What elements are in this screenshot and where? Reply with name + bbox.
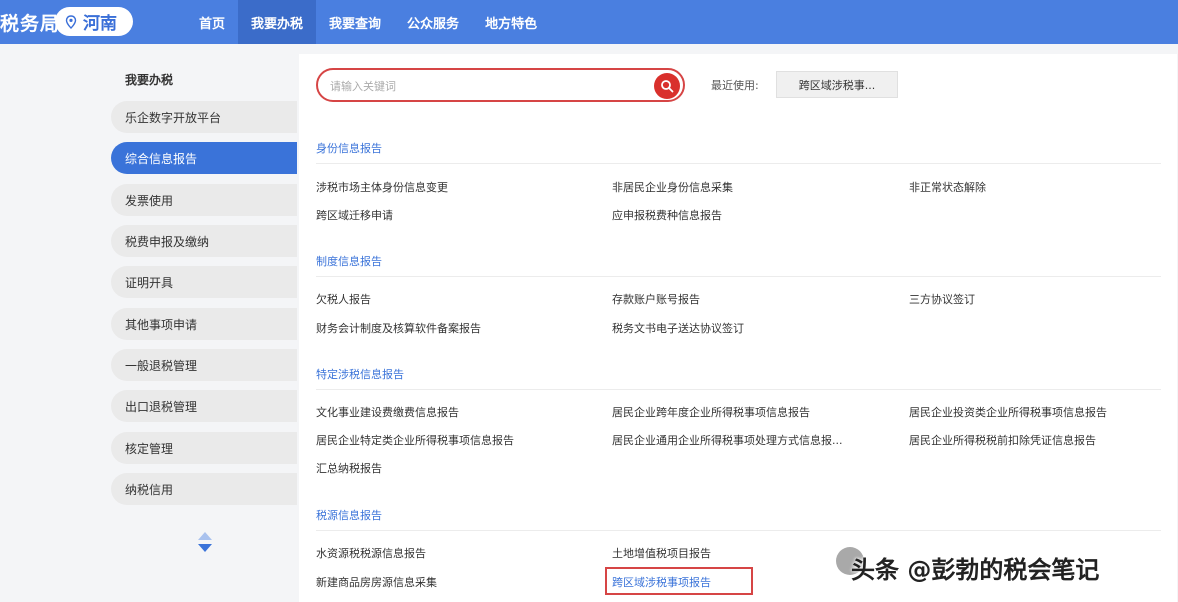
link-identity-change[interactable]: 涉税市场主体身份信息变更: [316, 179, 448, 195]
sidebar-item-assessment[interactable]: 核定管理: [111, 432, 297, 464]
search-bar: [316, 68, 685, 102]
section-title-system: 制度信息报告: [316, 255, 382, 268]
link-specific-cit[interactable]: 居民企业特定类企业所得税事项信息报告: [316, 432, 514, 448]
watermark-text: 头条 @彭勃的税会笔记: [851, 556, 1100, 584]
recent-used-label: 最近使用:: [711, 79, 759, 92]
region-label: 河南: [83, 14, 117, 34]
nav-do-tax[interactable]: 我要办税: [238, 0, 317, 44]
link-culture-fee-report[interactable]: 文化事业建设费缴费信息报告: [316, 404, 459, 420]
recent-item-chip[interactable]: 跨区域涉税事...: [776, 71, 898, 98]
section-title-specific: 特定涉税信息报告: [316, 368, 404, 381]
location-pin-icon: [65, 14, 77, 29]
link-cross-region-move[interactable]: 跨区域迁移申请: [316, 207, 393, 223]
link-tax-debtor-report[interactable]: 欠税人报告: [316, 291, 371, 307]
main-nav: 首页 我要办税 我要查询 公众服务 地方特色: [186, 0, 550, 44]
highlight-annotation-box: [605, 567, 753, 595]
nav-public-service[interactable]: 公众服务: [394, 0, 472, 44]
link-pre-tax-deduction[interactable]: 居民企业所得税税前扣除凭证信息报告: [909, 432, 1096, 448]
sidebar-item-refund[interactable]: 一般退税管理: [111, 349, 297, 381]
sidebar-item-invoice[interactable]: 发票使用: [111, 184, 297, 216]
link-tripartite-agreement[interactable]: 三方协议签订: [909, 291, 975, 307]
link-e-delivery-agreement[interactable]: 税务文书电子送达协议签订: [612, 320, 744, 336]
link-tax-type-report[interactable]: 应申报税费种信息报告: [612, 207, 722, 223]
sidebar-item-export-refund[interactable]: 出口退税管理: [111, 390, 297, 422]
sidebar-item-info-report[interactable]: 综合信息报告: [111, 142, 297, 174]
link-new-housing-info[interactable]: 新建商品房房源信息采集: [316, 574, 437, 590]
link-cross-year-cit[interactable]: 居民企业跨年度企业所得税事项信息报告: [612, 404, 810, 420]
search-input[interactable]: [330, 76, 650, 96]
link-consolidated-tax[interactable]: 汇总纳税报告: [316, 460, 382, 476]
nav-query[interactable]: 我要查询: [316, 0, 394, 44]
sidebar-item-certificate[interactable]: 证明开具: [111, 266, 297, 298]
search-button[interactable]: [654, 73, 680, 99]
section-divider: [316, 530, 1161, 531]
link-accounting-system-filing[interactable]: 财务会计制度及核算软件备案报告: [316, 320, 481, 336]
link-abnormal-release[interactable]: 非正常状态解除: [909, 179, 986, 195]
link-water-resource-tax[interactable]: 水资源税税源信息报告: [316, 545, 426, 561]
region-selector[interactable]: 河南: [55, 7, 133, 36]
link-nonresident-identity[interactable]: 非居民企业身份信息采集: [612, 179, 733, 195]
sidebar-item-leqi-platform[interactable]: 乐企数字开放平台: [111, 101, 297, 133]
site-brand: 税务局: [0, 13, 61, 35]
nav-home[interactable]: 首页: [186, 0, 238, 44]
section-divider: [316, 163, 1161, 164]
section-title-tax-source: 税源信息报告: [316, 509, 382, 522]
sidebar-scroll-arrows-icon[interactable]: [195, 530, 215, 556]
section-divider: [316, 276, 1161, 277]
link-bank-account-report[interactable]: 存款账户账号报告: [612, 291, 700, 307]
link-general-cit[interactable]: 居民企业通用企业所得税事项处理方式信息报...: [612, 432, 843, 448]
sidebar-item-other-apply[interactable]: 其他事项申请: [111, 308, 297, 340]
section-divider: [316, 389, 1161, 390]
top-nav-bar: 税务局 河南 首页 我要办税 我要查询 公众服务 地方特色: [0, 0, 1178, 44]
sidebar-item-declare-pay[interactable]: 税费申报及缴纳: [111, 225, 297, 257]
section-title-identity: 身份信息报告: [316, 142, 382, 155]
nav-local-features[interactable]: 地方特色: [472, 0, 550, 44]
search-icon: [661, 80, 674, 93]
link-land-vat-project[interactable]: 土地增值税项目报告: [612, 545, 711, 561]
link-investment-cit[interactable]: 居民企业投资类企业所得税事项信息报告: [909, 404, 1107, 420]
sidebar-title: 我要办税: [125, 73, 174, 87]
sidebar-item-credit[interactable]: 纳税信用: [111, 473, 297, 505]
